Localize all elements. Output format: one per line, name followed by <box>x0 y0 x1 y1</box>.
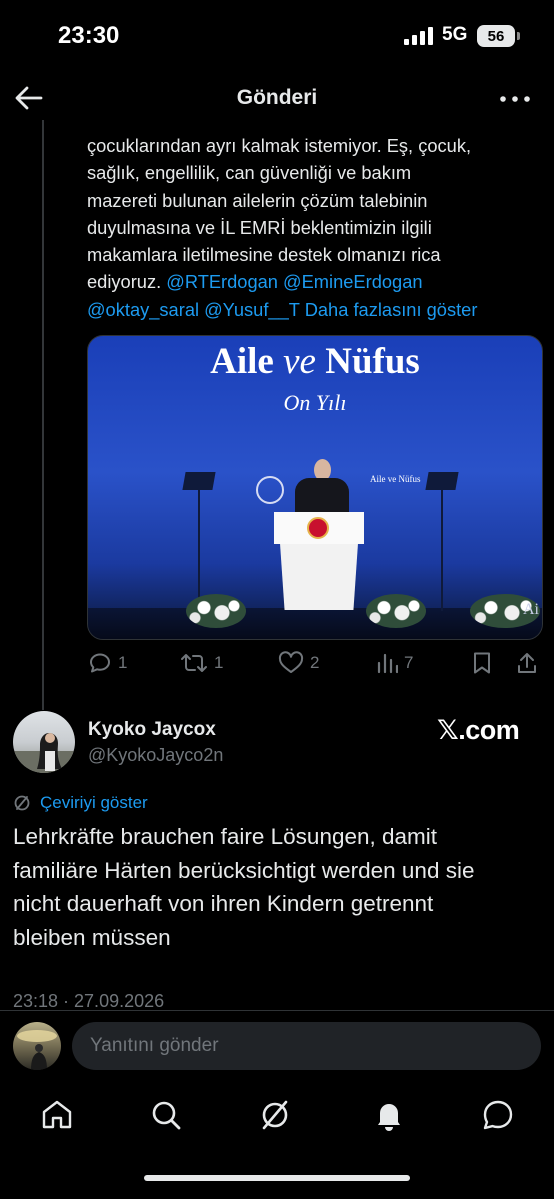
bookmark-icon <box>474 652 490 674</box>
media-title: Aile ve Nüfus <box>88 340 542 383</box>
share-button[interactable] <box>516 650 538 676</box>
tweet-timestamp[interactable]: 23:18 · 27.09.2026 <box>13 991 164 1012</box>
seal-icon <box>307 517 329 539</box>
translate-link[interactable]: Çeviriyi göster <box>40 793 148 813</box>
media-screen-title: Aile ve Nüfus <box>370 474 421 484</box>
media-title-part: ve <box>283 341 316 382</box>
user-handle[interactable]: @KyokoJayco2n <box>88 745 223 766</box>
watermark-text: 𝕏.com <box>437 715 520 745</box>
reply-button[interactable]: 1 <box>88 650 127 676</box>
like-count: 2 <box>310 653 320 672</box>
music-stand-top <box>425 472 459 490</box>
music-stand <box>441 481 443 611</box>
reply-count: 1 <box>118 653 128 672</box>
grok-icon[interactable] <box>258 1098 292 1132</box>
flowers <box>186 594 246 628</box>
repost-count: 1 <box>214 653 224 672</box>
like-button[interactable]: 2 <box>278 650 319 676</box>
emblem-icon <box>256 476 284 504</box>
display-name[interactable]: Kyoko Jaycox <box>88 719 216 741</box>
music-stand-top <box>182 472 216 490</box>
reply-icon <box>90 653 110 673</box>
repost-icon <box>181 654 207 672</box>
flowers <box>366 594 426 628</box>
mention-link[interactable]: @oktay_saral @Yusuf__T <box>87 299 300 320</box>
show-more-link[interactable]: Daha fazlasını göster <box>305 299 478 320</box>
battery-indicator: 56 <box>477 25 520 47</box>
notifications-icon[interactable] <box>372 1098 406 1132</box>
views-count: 7 <box>404 653 414 672</box>
reply-avatar <box>13 1022 61 1070</box>
parent-tweet-text: çocuklarından ayrı kalmak istemiyor. Eş,… <box>87 132 545 323</box>
views-icon <box>377 653 398 674</box>
thread-line <box>42 120 44 710</box>
search-icon[interactable] <box>149 1098 183 1132</box>
reply-avatar-image <box>17 1030 57 1070</box>
media-title-part: Aile <box>210 341 284 382</box>
views-button[interactable]: 7 <box>376 650 413 676</box>
media-subtitle: On Yılı <box>283 390 347 415</box>
more-horizontal-icon[interactable] <box>500 96 530 102</box>
reply-input[interactable] <box>72 1022 541 1070</box>
home-indicator <box>144 1175 410 1181</box>
signal-icon <box>404 27 433 45</box>
avatar[interactable] <box>13 711 75 773</box>
media-title-part: Nüfus <box>315 341 420 382</box>
bookmark-button[interactable] <box>471 650 493 676</box>
home-icon[interactable] <box>40 1098 74 1132</box>
tweet-text: Lehrkräfte brauchen faire Lösungen, dami… <box>13 824 475 950</box>
battery-level: 56 <box>487 27 505 45</box>
parent-tweet-body: çocuklarından ayrı kalmak istemiyor. Eş,… <box>87 135 472 293</box>
page-title: Gönderi <box>236 86 318 109</box>
media-corner-text: Ai <box>523 601 539 618</box>
tweet-media-image[interactable]: Aile ve Nüfus On Yılı Aile ve Nüfus Ai <box>87 335 543 640</box>
translate-icon <box>14 795 30 811</box>
scroll-fade <box>80 110 554 132</box>
network-type: 5G <box>442 24 468 45</box>
avatar-image <box>13 733 75 773</box>
status-time: 23:30 <box>58 22 120 49</box>
share-icon <box>518 653 536 673</box>
heart-icon <box>278 651 304 673</box>
repost-button[interactable]: 1 <box>180 650 223 676</box>
messages-icon[interactable] <box>481 1098 515 1132</box>
mention-link[interactable]: @RTErdogan @EmineErdogan <box>166 271 422 292</box>
music-stand <box>198 481 200 611</box>
